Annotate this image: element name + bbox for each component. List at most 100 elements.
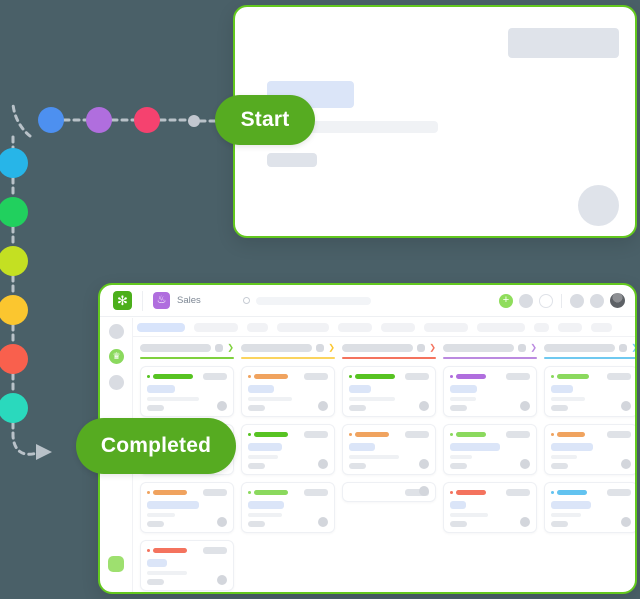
task-assignee-avatar[interactable] <box>217 401 227 411</box>
rail-item-3[interactable] <box>109 375 124 390</box>
task-assignee-avatar[interactable] <box>419 401 429 411</box>
tab-active[interactable] <box>137 322 185 332</box>
user-avatar[interactable] <box>610 293 625 308</box>
task-card[interactable] <box>443 482 537 533</box>
task-title <box>349 443 375 451</box>
task-label-chip <box>349 405 366 411</box>
space-name-label: Sales <box>177 295 201 306</box>
task-card[interactable] <box>342 366 436 417</box>
search-input[interactable] <box>255 296 371 305</box>
task-assignee-avatar[interactable] <box>520 517 530 527</box>
tab-5[interactable] <box>338 322 372 332</box>
column-color-rule <box>342 357 436 359</box>
task-card[interactable] <box>342 424 436 475</box>
task-label-chip <box>248 463 265 469</box>
task-card[interactable] <box>544 366 635 417</box>
tab-9[interactable] <box>534 322 549 332</box>
task-assignee-avatar[interactable] <box>621 517 631 527</box>
task-description-line <box>248 397 292 401</box>
task-card-top-row <box>551 373 631 380</box>
task-card[interactable] <box>544 482 635 533</box>
chevron-right-icon[interactable]: ❯ <box>429 344 436 352</box>
task-assignee-avatar[interactable] <box>520 459 530 469</box>
task-meta-pill <box>607 431 631 438</box>
start-badge[interactable]: Start <box>215 95 315 145</box>
task-card[interactable] <box>241 424 335 475</box>
space-avatar-icon[interactable]: ♨ <box>153 292 170 309</box>
avatar-circle <box>578 185 619 226</box>
task-label-chip <box>450 463 467 469</box>
task-card[interactable] <box>140 366 234 417</box>
task-assignee-avatar[interactable] <box>318 401 328 411</box>
chevron-right-icon[interactable]: ❯ <box>328 344 335 352</box>
node-cyan <box>0 148 28 178</box>
rail-item-1[interactable] <box>109 324 124 339</box>
column-title <box>241 344 313 352</box>
task-card[interactable] <box>241 482 335 533</box>
chevron-right-icon[interactable]: ❯ <box>530 344 537 352</box>
tab-2[interactable] <box>194 322 238 332</box>
member-avatar-1[interactable] <box>570 293 584 308</box>
task-card-top-row <box>450 489 530 496</box>
header-block <box>508 28 619 58</box>
task-card-top-row <box>349 489 429 496</box>
task-tag <box>254 374 288 379</box>
task-tag <box>557 432 585 437</box>
task-card[interactable] <box>443 366 537 417</box>
task-meta-pill <box>203 489 227 496</box>
column-count-badge <box>518 344 527 352</box>
column-header: ❯ <box>544 344 635 352</box>
task-assignee-avatar[interactable] <box>621 459 631 469</box>
task-tag <box>153 548 187 553</box>
tab-4[interactable] <box>277 322 329 332</box>
flower-logo-icon[interactable]: ✻ <box>113 291 132 310</box>
tab-3[interactable] <box>247 322 268 332</box>
tab-8[interactable] <box>477 322 525 332</box>
task-assignee-avatar[interactable] <box>217 517 227 527</box>
task-assignee-avatar[interactable] <box>419 486 429 496</box>
task-card[interactable] <box>443 424 537 475</box>
flower-logo-glyph: ✻ <box>117 293 128 308</box>
add-button[interactable]: + <box>499 293 513 308</box>
tab-11[interactable] <box>591 322 612 332</box>
task-card-top-row <box>551 489 631 496</box>
task-assignee-avatar[interactable] <box>217 575 227 585</box>
chevron-right-icon[interactable]: ❯ <box>227 344 234 352</box>
task-assignee-avatar[interactable] <box>621 401 631 411</box>
illustration-stage: Start ✻ ♨ Sales + ♛ ❯ ❯ ❯ ❯ ❯ Completed <box>0 0 640 599</box>
task-card[interactable] <box>544 424 635 475</box>
tab-10[interactable] <box>558 322 582 332</box>
column-header: ❯ <box>241 344 335 352</box>
task-card[interactable] <box>140 540 234 591</box>
chevron-right-icon[interactable]: ❯ <box>631 344 635 352</box>
completed-badge[interactable]: Completed <box>76 418 236 474</box>
task-title <box>551 385 573 393</box>
rail-item-2[interactable]: ♛ <box>109 349 124 364</box>
column-4: ❯ <box>443 344 537 592</box>
task-title <box>349 385 371 393</box>
task-description-line <box>349 397 395 401</box>
member-avatar-2[interactable] <box>590 293 604 308</box>
task-card[interactable] <box>241 366 335 417</box>
task-card[interactable] <box>140 482 234 533</box>
task-assignee-avatar[interactable] <box>318 517 328 527</box>
column-2: ❯ <box>241 344 335 592</box>
rail-item-4[interactable] <box>108 556 124 572</box>
task-assignee-avatar[interactable] <box>318 459 328 469</box>
column-header: ❯ <box>140 344 234 352</box>
task-card[interactable] <box>342 482 436 502</box>
action-button-1[interactable] <box>519 293 533 308</box>
task-assignee-avatar[interactable] <box>419 459 429 469</box>
completed-badge-label: Completed <box>100 434 212 457</box>
tab-6[interactable] <box>381 322 415 332</box>
task-label-chip <box>551 463 568 469</box>
action-button-2[interactable] <box>539 293 553 308</box>
column-title <box>342 344 414 352</box>
task-label-chip <box>450 405 467 411</box>
node-turquoise <box>0 393 28 423</box>
column-count-badge <box>619 344 628 352</box>
search-box[interactable] <box>242 296 371 305</box>
task-label-chip <box>551 521 568 527</box>
tab-7[interactable] <box>424 322 468 332</box>
task-assignee-avatar[interactable] <box>520 401 530 411</box>
